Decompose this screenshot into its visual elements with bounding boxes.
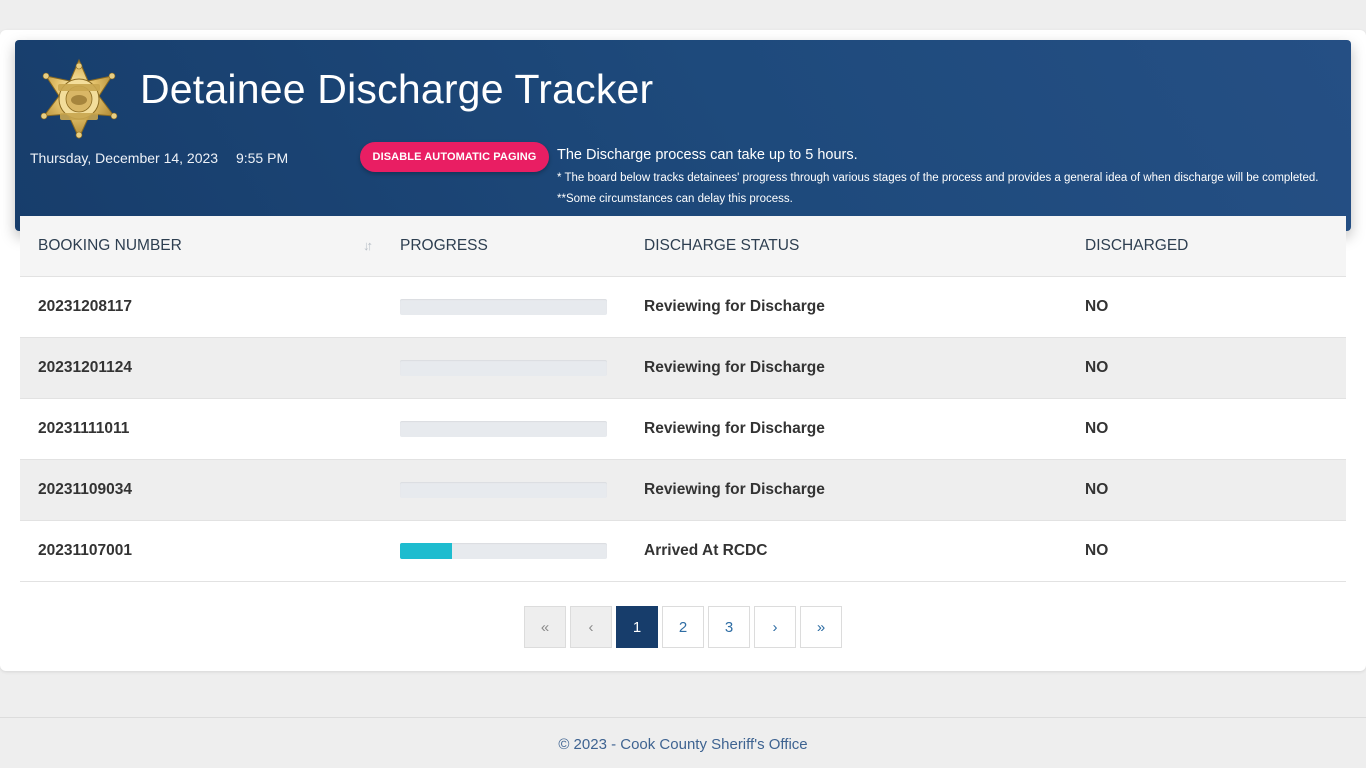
discharged-cell: NO (1067, 459, 1346, 521)
table-row: 20231208117 Reviewing for Discharge NO (20, 276, 1346, 338)
progress-cell (383, 398, 626, 460)
booking-number-cell: 20231201124 (20, 337, 383, 399)
discharged-cell: NO (1067, 398, 1346, 460)
next-page-button[interactable]: › (754, 606, 796, 648)
column-header-progress: PROGRESS (383, 216, 626, 277)
progress-bar-fill (400, 542, 452, 559)
pagination: « ‹ 1 2 3 › » (524, 606, 842, 648)
disable-automatic-paging-button[interactable]: DISABLE AUTOMATIC PAGING (360, 142, 549, 172)
current-date: Thursday, December 14, 2023 (30, 150, 219, 166)
discharged-cell: NO (1067, 337, 1346, 399)
progress-bar (400, 542, 607, 559)
booking-number-cell: 20231109034 (20, 459, 383, 521)
progress-bar (400, 359, 607, 376)
current-datetime: Thursday, December 14, 2023 9:55 PM (30, 150, 288, 166)
booking-number-cell: 20231111011 (20, 398, 383, 460)
info-note-1: * The board below tracks detainees' prog… (557, 172, 1319, 184)
page-2-button[interactable]: 2 (662, 606, 704, 648)
table-row: 20231201124 Reviewing for Discharge NO (20, 337, 1346, 399)
first-page-button[interactable]: « (524, 606, 566, 648)
table-row: 20231107001 Arrived At RCDC NO (20, 520, 1346, 582)
progress-bar (400, 298, 607, 315)
discharge-status-cell: Reviewing for Discharge (626, 337, 1067, 399)
main-card: Detainee Discharge Tracker Thursday, Dec… (0, 30, 1366, 671)
column-header-discharge-status: DISCHARGE STATUS (626, 216, 1067, 277)
footer-copyright: © 2023 - Cook County Sheriff's Office (558, 736, 808, 753)
progress-bar (400, 420, 607, 437)
progress-cell (383, 276, 626, 338)
discharge-info: The Discharge process can take up to 5 h… (557, 147, 1318, 205)
page-title: Detainee Discharge Tracker (140, 66, 654, 112)
current-time: 9:55 PM (235, 150, 289, 166)
discharged-cell: NO (1067, 276, 1346, 338)
progress-cell (383, 520, 626, 582)
progress-cell (383, 337, 626, 399)
sort-arrows-icon[interactable]: ↓↑ (363, 238, 373, 253)
column-header-discharged: DISCHARGED (1067, 216, 1346, 277)
booking-number-cell: 20231107001 (20, 520, 383, 582)
page-header: Detainee Discharge Tracker Thursday, Dec… (15, 40, 1351, 231)
table-row: 20231109034 Reviewing for Discharge NO (20, 459, 1346, 521)
progress-cell (383, 459, 626, 521)
info-main-text: The Discharge process can take up to 5 h… (557, 147, 858, 163)
progress-bar (400, 481, 607, 498)
previous-page-button[interactable]: ‹ (570, 606, 612, 648)
page-3-button[interactable]: 3 (708, 606, 750, 648)
footer-divider (0, 717, 1366, 718)
discharge-status-cell: Arrived At RCDC (626, 520, 1067, 582)
discharge-status-cell: Reviewing for Discharge (626, 398, 1067, 460)
discharge-table: BOOKING NUMBER ↓↑ PROGRESS DISCHARGE STA… (20, 216, 1346, 582)
column-header-booking-number[interactable]: BOOKING NUMBER ↓↑ (20, 216, 383, 277)
sheriff-badge-icon (38, 58, 120, 140)
last-page-button[interactable]: » (800, 606, 842, 648)
page-1-button[interactable]: 1 (616, 606, 658, 648)
table-row: 20231111011 Reviewing for Discharge NO (20, 398, 1346, 460)
discharge-status-cell: Reviewing for Discharge (626, 459, 1067, 521)
discharge-status-cell: Reviewing for Discharge (626, 276, 1067, 338)
discharged-cell: NO (1067, 520, 1346, 582)
table-header-row: BOOKING NUMBER ↓↑ PROGRESS DISCHARGE STA… (20, 216, 1346, 277)
booking-number-cell: 20231208117 (20, 276, 383, 338)
info-note-2: **Some circumstances can delay this proc… (557, 193, 793, 205)
